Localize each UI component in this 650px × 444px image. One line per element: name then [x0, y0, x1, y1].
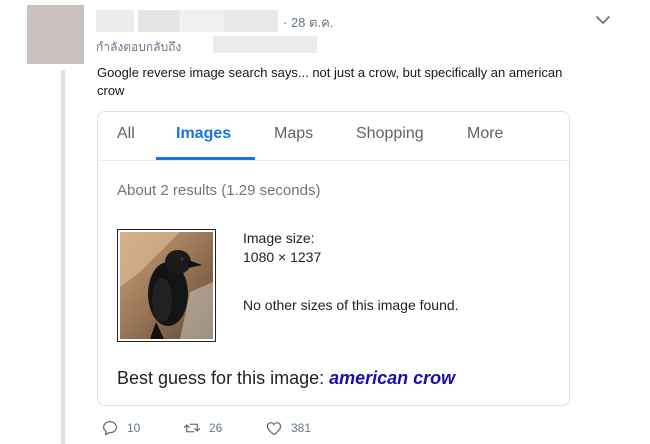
image-size-label: Image size: — [243, 230, 315, 246]
results-count: About 2 results (1.29 seconds) — [117, 182, 321, 199]
retweet-button[interactable]: 26 — [183, 419, 222, 437]
replying-to-label: กำลังตอบกลับถึง — [96, 40, 182, 54]
reply-count: 10 — [127, 421, 141, 435]
tab-maps[interactable]: Maps — [274, 125, 313, 143]
chevron-down-icon[interactable] — [595, 13, 611, 27]
retweet-icon — [183, 423, 201, 433]
like-button[interactable]: 381 — [265, 419, 311, 437]
like-count: 381 — [291, 421, 312, 435]
best-guess-link[interactable]: american crow — [329, 368, 455, 388]
reply-button[interactable]: 10 — [101, 419, 140, 437]
image-size-value: 1080 × 1237 — [243, 249, 322, 265]
avatar[interactable] — [27, 5, 84, 64]
tab-images[interactable]: Images — [176, 125, 231, 143]
tabs-divider — [98, 160, 569, 161]
search-result-card[interactable]: All Images Maps Shopping More About 2 re… — [97, 111, 570, 406]
tab-all[interactable]: All — [117, 125, 135, 143]
no-other-sizes-text: No other sizes of this image found. — [243, 297, 459, 313]
reply-icon — [102, 420, 118, 436]
tweet-text: Google reverse image search says... not … — [97, 65, 563, 98]
tweet-date[interactable]: · 28 ต.ค. — [283, 12, 333, 33]
best-guess-line: Best guess for this image: american crow — [117, 368, 455, 389]
author-name-redacted[interactable] — [96, 10, 278, 32]
replying-to-user-redacted[interactable] — [213, 36, 317, 53]
crow-image-thumbnail[interactable] — [117, 229, 216, 342]
crow-photo — [120, 232, 213, 339]
best-guess-prefix: Best guess for this image: — [117, 368, 330, 388]
tab-more[interactable]: More — [467, 125, 503, 143]
tab-shopping[interactable]: Shopping — [356, 125, 424, 143]
thread-line — [61, 70, 65, 444]
heart-icon — [266, 422, 282, 436]
retweet-count: 26 — [209, 421, 223, 435]
